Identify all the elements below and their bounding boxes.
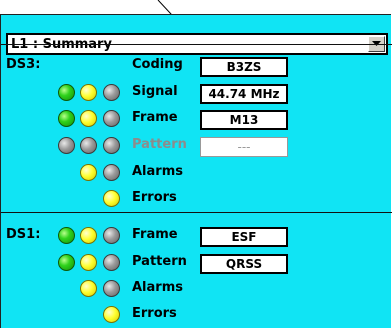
ds1-errors-led-yellow (103, 306, 120, 323)
ds1-pattern-led-gray (103, 254, 120, 271)
ds1-frame-led-green (58, 227, 75, 244)
ds1-alarms-label: Alarms (132, 280, 183, 295)
ds3-pattern-led-1 (58, 137, 75, 154)
section-divider (1, 212, 392, 213)
ds1-frame-led-yellow (80, 227, 97, 244)
ds3-heading: DS3: (6, 57, 41, 72)
ds3-errors-led-yellow (103, 190, 120, 207)
ds3-frame-led-gray (103, 110, 120, 127)
ds3-pattern-led-3 (103, 137, 120, 154)
ds3-frame-value: M13 (200, 110, 288, 130)
ds3-signal-led-gray (103, 84, 120, 101)
ds1-alarms-led-gray (103, 280, 120, 297)
ds3-coding-value: B3ZS (200, 57, 288, 77)
ds3-signal-value: 44.74 MHz (200, 84, 288, 104)
ds1-errors-label: Errors (132, 306, 177, 321)
ds3-pattern-label: Pattern (132, 137, 187, 152)
ds1-pattern-led-green (58, 254, 75, 271)
ds3-alarms-led-gray (103, 164, 120, 181)
ds3-frame-led-yellow (80, 110, 97, 127)
ds3-frame-led-green (58, 110, 75, 127)
ds3-alarms-led-yellow (80, 164, 97, 181)
ds1-pattern-label: Pattern (132, 254, 187, 269)
ds1-frame-value: ESF (200, 227, 288, 247)
ds1-alarms-led-yellow (80, 280, 97, 297)
ds3-signal-label: Signal (132, 84, 178, 99)
header-divider (1, 44, 392, 45)
summary-panel: L1 : Summary DS3: Coding B3ZS Signal 44.… (0, 14, 392, 328)
ds3-signal-led-green (58, 84, 75, 101)
ds1-frame-led-gray (103, 227, 120, 244)
ds3-alarms-label: Alarms (132, 164, 183, 179)
ds3-coding-label: Coding (132, 57, 183, 72)
ds1-frame-label: Frame (132, 227, 178, 242)
ds3-errors-label: Errors (132, 190, 177, 205)
ds3-frame-label: Frame (132, 110, 178, 125)
ds3-pattern-led-2 (80, 137, 97, 154)
ds3-pattern-value: --- (200, 137, 288, 157)
ds3-signal-led-yellow (80, 84, 97, 101)
ds1-pattern-value: QRSS (200, 254, 288, 274)
ds1-pattern-led-yellow (80, 254, 97, 271)
ds1-heading: DS1: (6, 227, 41, 242)
